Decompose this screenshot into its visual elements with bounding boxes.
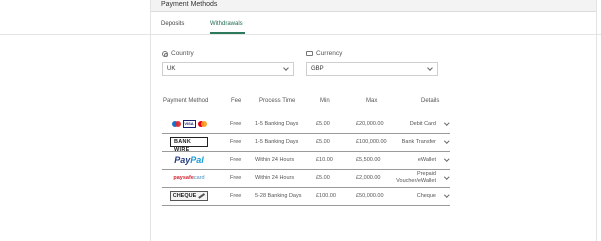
paypal-logo: PayPal [170, 154, 208, 165]
paysafecard-logo-paysafe: paysafe [173, 174, 194, 181]
cheque-logo: CHEQUE [169, 190, 209, 201]
details-line-1: Prepaid [417, 171, 436, 177]
visa-icon: VISA [182, 119, 196, 128]
table-row[interactable]: paysafecard Free Within 24 Hours £5.00 £… [162, 169, 450, 188]
pen-icon [198, 192, 206, 199]
process-time-cell: 1-5 Banking Days [255, 139, 299, 145]
money-icon [306, 51, 313, 56]
details-cell: Debit Card [409, 121, 436, 127]
chevron-down-icon [283, 65, 289, 71]
active-tab-indicator [210, 32, 245, 34]
page-right-border [596, 0, 597, 241]
mastercard-icon [197, 120, 207, 127]
tab-withdrawals[interactable]: Withdrawals [210, 21, 243, 27]
column-header-min: Min [320, 98, 330, 104]
currency-label: Currency [306, 50, 342, 57]
page-left-border [150, 0, 151, 241]
table-row[interactable]: PayPal Free Within 24 Hours £10.00 £5,50… [162, 151, 450, 170]
process-time-cell: Within 24 Hours [255, 157, 295, 163]
country-select[interactable]: UK [162, 62, 294, 76]
column-header-process-time: Process Time [259, 98, 296, 104]
column-header-details: Details [421, 98, 440, 104]
process-time-cell: 5-28 Banking Days [255, 193, 302, 199]
process-time-cell: Within 24 Hours [255, 175, 295, 181]
min-cell: £10.00 [316, 157, 333, 163]
tab-bar: Deposits Withdrawals [0, 12, 601, 35]
fee-cell: Free [230, 139, 242, 145]
process-time-cell: 1-5 Banking Days [255, 121, 299, 127]
details-cell: Bank Transfer [401, 139, 436, 145]
table-row[interactable]: CHEQUE Free 5-28 Banking Days £100.00 £5… [162, 187, 450, 206]
fee-cell: Free [230, 193, 242, 199]
max-cell: £2,000.00 [356, 175, 381, 181]
fee-cell: Free [230, 175, 242, 181]
details-cell: Prepaid Voucher/eWallet [396, 171, 436, 184]
expand-chevron-icon[interactable] [443, 138, 449, 144]
details-cell: Cheque [416, 193, 436, 199]
column-header-payment-method: Payment Method [163, 98, 209, 104]
details-line-2: Voucher/eWallet [396, 177, 436, 184]
country-label: Country [162, 50, 194, 57]
fee-cell: Free [230, 157, 242, 163]
tab-deposits[interactable]: Deposits [161, 21, 184, 27]
paypal-logo-pal: Pal [190, 154, 204, 165]
max-cell: £5,500.00 [356, 157, 381, 163]
cheque-logo-text: CHEQUE [172, 192, 197, 199]
page-header: Payment Methods [151, 0, 596, 12]
max-cell: £50,000.00 [356, 193, 384, 199]
currency-label-text: Currency [316, 50, 343, 57]
column-header-fee: Fee [231, 98, 242, 104]
currency-select[interactable]: GBP [306, 62, 438, 76]
chevron-down-icon [427, 65, 433, 71]
paysafecard-logo: paysafecard [170, 172, 208, 183]
fee-cell: Free [230, 121, 242, 127]
min-cell: £5.00 [316, 175, 330, 181]
expand-chevron-icon[interactable] [443, 192, 449, 198]
country-label-text: Country [171, 50, 194, 57]
country-select-value: UK [167, 66, 176, 72]
globe-icon [162, 50, 168, 57]
table-row[interactable]: VISA Free 1-5 Banking Days £5.00 £20,000… [162, 115, 450, 134]
paysafecard-logo-card: card [193, 174, 205, 181]
min-cell: £100.00 [316, 193, 336, 199]
expand-chevron-icon[interactable] [443, 174, 449, 180]
max-cell: £100,000.00 [356, 139, 387, 145]
maestro-icon [171, 120, 181, 127]
bank-wire-logo: BANK WIRE [170, 136, 208, 153]
debit-card-logo: VISA [170, 118, 208, 129]
max-cell: £20,000.00 [356, 121, 384, 127]
details-cell: eWallet [417, 157, 436, 163]
min-cell: £5.00 [316, 139, 330, 145]
bank-wire-logo-text: BANK WIRE [170, 136, 208, 153]
column-header-max: Max [366, 98, 378, 104]
page-title: Payment Methods [161, 1, 218, 8]
paypal-logo-pay: Pay [174, 154, 191, 165]
expand-chevron-icon[interactable] [443, 156, 449, 162]
min-cell: £5.00 [316, 121, 330, 127]
table-row[interactable]: BANK WIRE Free 1-5 Banking Days £5.00 £1… [162, 133, 450, 153]
expand-chevron-icon[interactable] [443, 120, 449, 126]
currency-select-value: GBP [311, 66, 324, 72]
